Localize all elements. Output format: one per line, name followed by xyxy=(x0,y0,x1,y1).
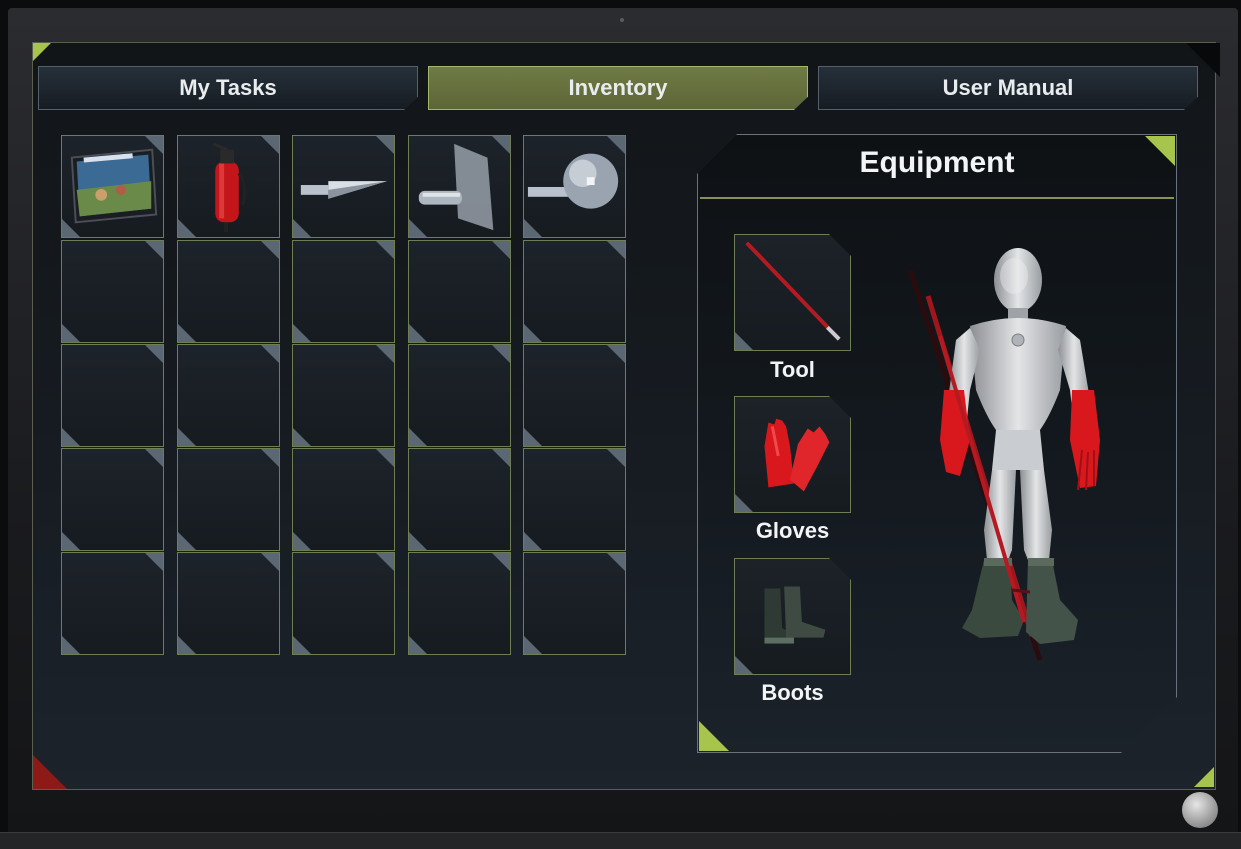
inventory-slot[interactable] xyxy=(292,240,395,343)
corner-alert-bottom-left xyxy=(33,755,67,789)
inventory-slot[interactable] xyxy=(523,448,626,551)
inventory-slot[interactable] xyxy=(523,552,626,655)
inventory-slot[interactable] xyxy=(408,135,511,238)
inventory-slot[interactable] xyxy=(177,448,280,551)
inventory-slot[interactable] xyxy=(408,240,511,343)
bezel-bottom-edge xyxy=(0,832,1241,849)
equipment-slot-gloves[interactable] xyxy=(734,396,851,513)
plate-probe-icon xyxy=(418,143,494,231)
inventory-slot[interactable] xyxy=(61,344,164,447)
inventory-slot[interactable] xyxy=(292,552,395,655)
camera-dot xyxy=(620,18,624,22)
inventory-slot[interactable] xyxy=(292,135,395,238)
inventory-slot[interactable] xyxy=(292,344,395,447)
hot-stick-icon xyxy=(735,235,850,350)
inventory-slot[interactable] xyxy=(523,344,626,447)
corner-accent-top-left xyxy=(33,43,51,61)
tab-my-tasks[interactable]: My Tasks xyxy=(38,66,418,110)
tab-user-manual[interactable]: User Manual xyxy=(818,66,1198,110)
inventory-slot[interactable] xyxy=(408,344,511,447)
inventory-slot[interactable] xyxy=(177,344,280,447)
equipment-corner-accent xyxy=(699,721,729,751)
equipment-slot-boots[interactable] xyxy=(734,558,851,675)
equipment-corner-accent xyxy=(1145,136,1175,166)
corner-accent-bottom-right xyxy=(1194,767,1214,787)
home-button[interactable] xyxy=(1182,792,1218,828)
equipment-label-boots: Boots xyxy=(761,680,824,705)
fire-extinguisher-icon xyxy=(212,142,247,233)
equipment-label-tool: Tool xyxy=(770,357,815,382)
inventory-slot[interactable] xyxy=(408,448,511,551)
equipment-title: Equipment xyxy=(859,146,1015,179)
inventory-slot[interactable] xyxy=(61,240,164,343)
inventory-slot[interactable] xyxy=(177,240,280,343)
inventory-slot[interactable] xyxy=(61,448,164,551)
inventory-slot[interactable] xyxy=(61,552,164,655)
equipment-slot-tool[interactable] xyxy=(734,234,851,351)
tab-inventory[interactable]: Inventory xyxy=(428,66,808,110)
equipment-divider xyxy=(700,197,1174,199)
character-mannequin xyxy=(907,248,1100,661)
inventory-slot[interactable] xyxy=(292,448,395,551)
tablet-icon xyxy=(70,148,158,224)
inventory-slot[interactable] xyxy=(177,552,280,655)
inventory-slot[interactable] xyxy=(408,552,511,655)
boots-icon xyxy=(735,559,850,674)
inventory-slot[interactable] xyxy=(523,135,626,238)
inventory-slot[interactable] xyxy=(523,240,626,343)
sphere-probe-icon xyxy=(527,153,619,209)
inventory-slot[interactable] xyxy=(61,135,164,238)
inventory-slot[interactable] xyxy=(177,135,280,238)
gloves-icon xyxy=(735,397,850,512)
probe-tip-icon xyxy=(300,181,388,199)
equipment-label-gloves: Gloves xyxy=(755,518,830,543)
